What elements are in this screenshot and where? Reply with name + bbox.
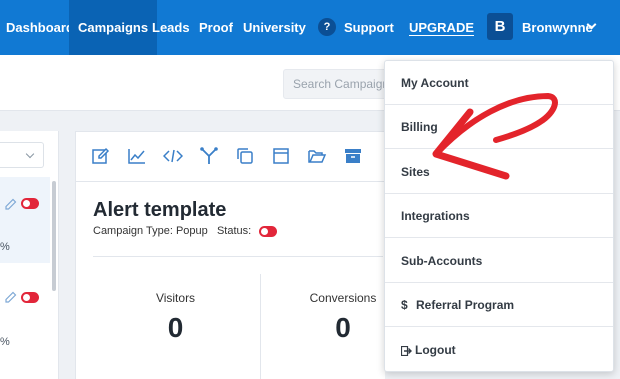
nav-leads[interactable]: Leads	[152, 0, 190, 55]
top-nav: Dashboard Campaigns Leads Proof Universi…	[0, 0, 620, 55]
dollar-icon: $	[401, 298, 408, 312]
chevron-down-icon	[25, 149, 35, 159]
divider	[93, 256, 383, 257]
user-name[interactable]: Bronwynne	[522, 0, 593, 55]
account-dropdown: My Account Billing Sites Integrations Su…	[384, 60, 614, 372]
menu-item-label: My Account	[401, 76, 469, 90]
filter-select[interactable]	[0, 142, 44, 168]
menu-item-logout[interactable]: Logout	[385, 328, 613, 372]
duplicate-icon[interactable]	[235, 146, 255, 166]
menu-item-sites[interactable]: Sites	[385, 150, 613, 194]
chart-icon[interactable]	[127, 146, 147, 166]
edit-icon[interactable]	[5, 291, 17, 303]
nav-support[interactable]: Support	[344, 0, 394, 55]
status-label: Status:	[216, 225, 252, 237]
menu-item-label: Referral Program	[416, 298, 515, 312]
campaign-detail-panel: Alert template Campaign Type: Popup Stat…	[75, 131, 386, 379]
menu-item-label: Billing	[401, 120, 438, 134]
window-icon[interactable]	[271, 146, 291, 166]
campaign-meta: Campaign Type: Popup Status:	[93, 225, 251, 237]
menu-item-sub-accounts[interactable]: Sub-Accounts	[385, 239, 613, 283]
menu-item-label: Sites	[401, 165, 430, 179]
menu-item-label: Logout	[415, 343, 456, 357]
visitors-label: Visitors	[155, 291, 196, 305]
archive-icon[interactable]	[343, 146, 363, 166]
search-input[interactable]: Search Campaigns	[283, 69, 393, 99]
conversion-rate: %	[0, 336, 10, 348]
edit-icon[interactable]	[5, 198, 17, 210]
campaign-title: Alert template	[93, 199, 227, 221]
scrollbar[interactable]	[52, 181, 56, 291]
campaign-type: Campaign Type: Popup	[93, 225, 208, 237]
folder-icon[interactable]	[307, 146, 327, 166]
edit-icon[interactable]	[91, 146, 111, 166]
nav-dashboard[interactable]: Dashboard	[6, 0, 74, 55]
nav-proof[interactable]: Proof	[199, 0, 233, 55]
avatar[interactable]: B	[487, 13, 513, 40]
status-toggle[interactable]	[21, 292, 39, 303]
menu-item-referral-program[interactable]: $ Referral Program	[385, 283, 613, 327]
nav-university[interactable]: University	[243, 0, 306, 55]
conversions-label: Conversions	[309, 291, 377, 305]
divider	[260, 274, 261, 379]
help-icon[interactable]: ?	[318, 18, 336, 36]
status-toggle[interactable]	[21, 198, 39, 209]
nav-campaigns[interactable]: Campaigns	[69, 0, 158, 55]
campaign-list-panel: % %	[0, 131, 59, 379]
code-icon[interactable]	[163, 146, 183, 166]
campaign-status-toggle[interactable]	[259, 226, 277, 237]
menu-item-billing[interactable]: Billing	[385, 105, 613, 149]
menu-item-label: Integrations	[401, 209, 470, 223]
menu-item-label: Sub-Accounts	[401, 254, 483, 268]
upgrade-link[interactable]: UPGRADE	[409, 0, 474, 55]
menu-item-my-account[interactable]: My Account	[385, 61, 613, 105]
logout-icon	[401, 345, 412, 356]
conversion-rate: %	[0, 241, 10, 253]
menu-item-integrations[interactable]: Integrations	[385, 194, 613, 238]
split-test-icon[interactable]	[199, 146, 219, 166]
divider	[76, 181, 386, 182]
visitors-value: 0	[167, 312, 184, 343]
conversions-value: 0	[335, 312, 351, 343]
